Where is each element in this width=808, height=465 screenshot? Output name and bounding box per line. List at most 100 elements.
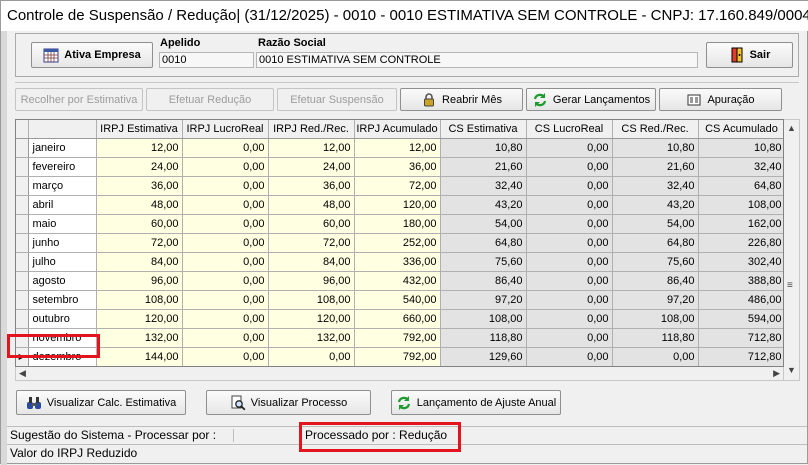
value-cell[interactable]: 0,00: [526, 233, 613, 253]
value-cell[interactable]: 712,80: [698, 328, 783, 348]
value-cell[interactable]: 712,80: [698, 347, 783, 366]
scroll-right-icon[interactable]: ▶: [773, 367, 780, 379]
value-cell[interactable]: 0,00: [526, 252, 613, 272]
value-cell[interactable]: 0,00: [526, 157, 613, 177]
value-cell[interactable]: 10,80: [440, 138, 527, 158]
value-cell[interactable]: 0,00: [182, 214, 269, 234]
value-cell[interactable]: 24,00: [96, 157, 183, 177]
table-row[interactable]: agosto 96,00 0,00 96,00 432,00 86,40 0,00 86,40…: [16, 271, 783, 291]
col-irpj-estimativa[interactable]: IRPJ Estimativa: [96, 120, 183, 139]
value-cell[interactable]: 0,00: [526, 309, 613, 329]
month-cell[interactable]: janeiro: [28, 138, 97, 158]
row-indicator[interactable]: [16, 214, 29, 234]
value-cell[interactable]: 43,20: [612, 195, 699, 215]
value-cell[interactable]: 32,40: [440, 176, 527, 196]
col-cs-lucroreal[interactable]: CS LucroReal: [526, 120, 613, 139]
value-cell[interactable]: 0,00: [182, 347, 269, 366]
value-cell[interactable]: 132,00: [96, 328, 183, 348]
value-cell[interactable]: 0,00: [526, 290, 613, 310]
value-cell[interactable]: 60,00: [268, 214, 355, 234]
value-cell[interactable]: 129,60: [440, 347, 527, 366]
value-cell[interactable]: 10,80: [612, 138, 699, 158]
value-cell[interactable]: 36,00: [268, 176, 355, 196]
razao-social-field[interactable]: 0010 ESTIMATIVA SEM CONTROLE: [256, 52, 698, 68]
value-cell[interactable]: 0,00: [182, 252, 269, 272]
value-cell[interactable]: 432,00: [354, 271, 441, 291]
table-row[interactable]: setembro 108,00 0,00 108,00 540,00 97,20 0,00 9…: [16, 290, 783, 310]
table-row[interactable]: fevereiro 24,00 0,00 24,00 36,00 21,60 0,00 21,…: [16, 157, 783, 177]
value-cell[interactable]: 96,00: [96, 271, 183, 291]
value-cell[interactable]: 43,20: [440, 195, 527, 215]
value-cell[interactable]: 0,00: [182, 138, 269, 158]
value-cell[interactable]: 180,00: [354, 214, 441, 234]
value-cell[interactable]: 0,00: [268, 347, 355, 366]
scroll-grip-icon[interactable]: ≡: [787, 280, 793, 292]
value-cell[interactable]: 144,00: [96, 347, 183, 366]
row-indicator[interactable]: [16, 328, 29, 348]
value-cell[interactable]: 132,00: [268, 328, 355, 348]
value-cell[interactable]: 226,80: [698, 233, 783, 253]
month-cell[interactable]: outubro: [28, 309, 97, 329]
value-cell[interactable]: 0,00: [526, 271, 613, 291]
table-row[interactable]: maio 60,00 0,00 60,00 180,00 54,00 0,00 54,00 16…: [16, 214, 783, 234]
value-cell[interactable]: 86,40: [440, 271, 527, 291]
value-cell[interactable]: 0,00: [526, 328, 613, 348]
value-cell[interactable]: 64,80: [612, 233, 699, 253]
sair-button[interactable]: Sair: [706, 42, 793, 68]
value-cell[interactable]: 336,00: [354, 252, 441, 272]
table-row[interactable]: março 36,00 0,00 36,00 72,00 32,40 0,00 32,40 64…: [16, 176, 783, 196]
value-cell[interactable]: 75,60: [612, 252, 699, 272]
value-cell[interactable]: 48,00: [268, 195, 355, 215]
value-cell[interactable]: 162,00: [698, 214, 783, 234]
reabrir-mes-button[interactable]: Reabrir Mês: [400, 88, 523, 111]
value-cell[interactable]: 0,00: [526, 176, 613, 196]
value-cell[interactable]: 75,60: [440, 252, 527, 272]
value-cell[interactable]: 120,00: [268, 309, 355, 329]
value-cell[interactable]: 32,40: [698, 157, 783, 177]
value-cell[interactable]: 12,00: [354, 138, 441, 158]
col-irpj-lucroreal[interactable]: IRPJ LucroReal: [182, 120, 269, 139]
value-cell[interactable]: 0,00: [526, 347, 613, 366]
apelido-field[interactable]: 0010: [159, 52, 254, 68]
value-cell[interactable]: 108,00: [268, 290, 355, 310]
value-cell[interactable]: 64,80: [440, 233, 527, 253]
row-indicator[interactable]: [16, 138, 29, 158]
scroll-up-icon[interactable]: ▲: [787, 122, 796, 134]
value-cell[interactable]: 97,20: [612, 290, 699, 310]
value-cell[interactable]: 97,20: [440, 290, 527, 310]
value-cell[interactable]: 108,00: [612, 309, 699, 329]
value-cell[interactable]: 486,00: [698, 290, 783, 310]
value-cell[interactable]: 118,80: [612, 328, 699, 348]
value-cell[interactable]: 540,00: [354, 290, 441, 310]
value-cell[interactable]: 96,00: [268, 271, 355, 291]
value-cell[interactable]: 660,00: [354, 309, 441, 329]
visualizar-calc-estimativa-button[interactable]: Visualizar Calc. Estimativa: [16, 390, 186, 415]
value-cell[interactable]: 792,00: [354, 347, 441, 366]
value-cell[interactable]: 0,00: [526, 138, 613, 158]
col-cs-estimativa[interactable]: CS Estimativa: [440, 120, 527, 139]
value-cell[interactable]: 36,00: [96, 176, 183, 196]
efetuar-suspensao-button[interactable]: Efetuar Suspensão: [277, 88, 397, 111]
month-cell[interactable]: agosto: [28, 271, 97, 291]
horizontal-scrollbar[interactable]: ◀ ▶: [15, 367, 784, 381]
month-cell[interactable]: maio: [28, 214, 97, 234]
visualizar-processo-button[interactable]: Visualizar Processo: [206, 390, 371, 415]
col-irpj-acumulado[interactable]: IRPJ Acumulado: [354, 120, 441, 139]
month-cell[interactable]: setembro: [28, 290, 97, 310]
month-cell[interactable]: abril: [28, 195, 97, 215]
value-cell[interactable]: 84,00: [96, 252, 183, 272]
scroll-down-icon[interactable]: ▼: [787, 364, 796, 376]
value-cell[interactable]: 0,00: [182, 271, 269, 291]
scroll-left-icon[interactable]: ◀: [19, 367, 26, 379]
row-indicator[interactable]: [16, 176, 29, 196]
recolher-estimativa-button[interactable]: Recolher por Estimativa: [15, 88, 143, 111]
apuracao-button[interactable]: Apuração: [659, 88, 782, 111]
row-indicator[interactable]: [16, 290, 29, 310]
value-cell[interactable]: 86,40: [612, 271, 699, 291]
col-irpj-red-rec[interactable]: IRPJ Red./Rec.: [268, 120, 355, 139]
value-cell[interactable]: 21,60: [612, 157, 699, 177]
value-cell[interactable]: 0,00: [182, 233, 269, 253]
value-cell[interactable]: 64,80: [698, 176, 783, 196]
table-row[interactable]: ▶ dezembro 144,00 0,00 0,00 792,00 129,60 0,00 0…: [16, 347, 783, 366]
value-cell[interactable]: 0,00: [182, 290, 269, 310]
